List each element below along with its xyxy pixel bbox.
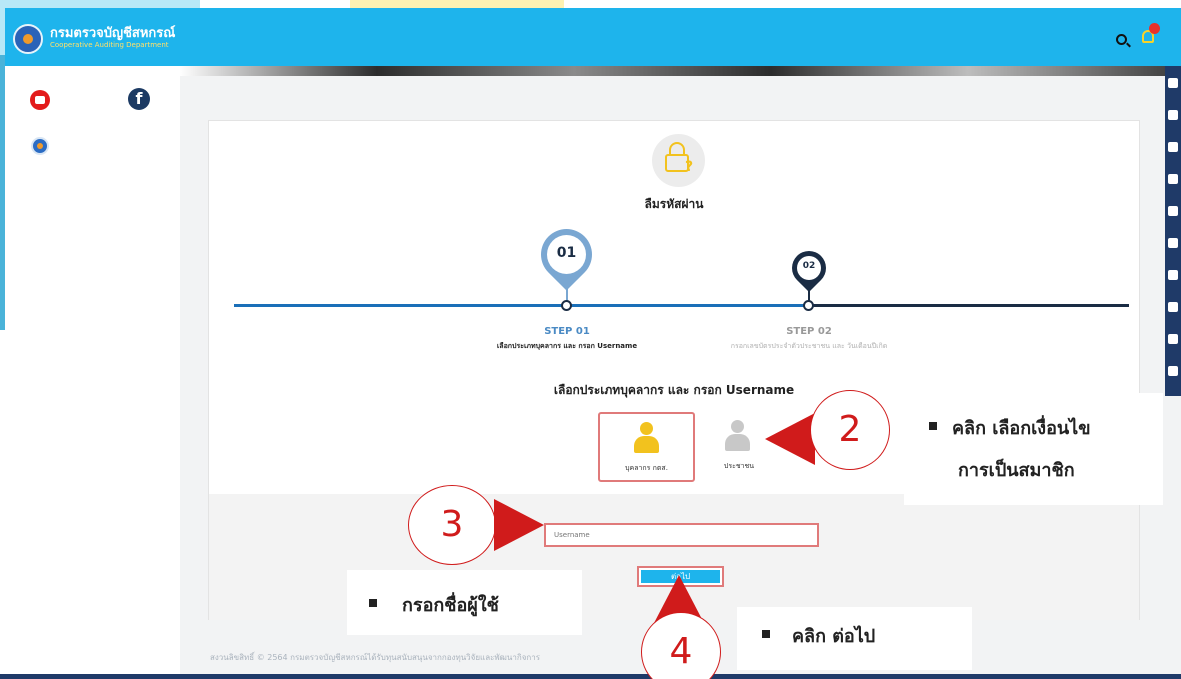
- step1-stem: [566, 281, 568, 301]
- callout-4-box: คลิก ต่อไป: [737, 607, 972, 670]
- banner-strip: [180, 66, 1165, 76]
- callout-3-bullet: [369, 599, 377, 607]
- step2-node: [803, 300, 814, 311]
- dept-name-en: Cooperative Auditing Department: [50, 41, 169, 49]
- callout-2-arrow: [765, 413, 815, 465]
- callout-2-bullet: [929, 422, 937, 430]
- database-icon[interactable]: [1168, 174, 1178, 184]
- browser-window: กรมตรวจบัญชีสหกรณ์ Cooperative Auditing …: [5, 8, 1181, 679]
- right-sidebar: [1165, 66, 1181, 396]
- chat-icon[interactable]: [1168, 238, 1178, 248]
- callout-2-number: 2: [810, 390, 890, 470]
- callout-3-box: กรอกชื่อผู้ใช้: [347, 570, 582, 635]
- notification-badge: [1149, 23, 1160, 34]
- step1-node: [561, 300, 572, 311]
- footer-copyright: สงวนลิขสิทธิ์ © 2564 กรมตรวจบัญชีสหกรณ์ไ…: [210, 653, 541, 662]
- step2-stem: [808, 287, 810, 301]
- username-input[interactable]: [544, 523, 819, 547]
- question-icon[interactable]: [1168, 270, 1178, 280]
- option-staff-label: บุคลากร กตส.: [625, 464, 668, 472]
- sitemap-icon[interactable]: [1168, 366, 1178, 376]
- callout-2-box: คลิก เลือกเงื่อนไข การเป็นสมาชิก: [904, 393, 1163, 505]
- comment-icon[interactable]: [1168, 302, 1178, 312]
- step2-number: 02: [802, 261, 816, 271]
- dept-small-logo-icon[interactable]: [31, 137, 49, 155]
- scale-icon[interactable]: [1168, 206, 1178, 216]
- left-sidebar: f: [5, 66, 180, 679]
- home-icon[interactable]: [1168, 78, 1178, 88]
- staff-person-body: [634, 436, 659, 453]
- forgot-password-panel: ? ลืมรหัสผ่าน 01 02 STEP 01 เลือกประเภทบ…: [208, 120, 1140, 620]
- callout-2-line1: คลิก เลือกเงื่อนไข: [952, 418, 1091, 439]
- dept-name-th[interactable]: กรมตรวจบัญชีสหกรณ์: [50, 22, 175, 43]
- timeline-line-mid: [564, 304, 814, 307]
- facebook-icon[interactable]: f: [128, 88, 150, 110]
- callout-3-arrow: [494, 499, 544, 551]
- search-icon[interactable]: [1116, 34, 1127, 45]
- step2-subtitle: กรอกเลขบัตรประจำตัวประชาชน และ วันเดือนป…: [730, 342, 888, 350]
- callout-3-text: กรอกชื่อผู้ใช้: [402, 595, 499, 616]
- bottom-bar: [0, 674, 1181, 679]
- callout-4-bullet: [762, 630, 770, 638]
- timeline-line-left: [234, 304, 564, 307]
- users-icon[interactable]: [1168, 142, 1178, 152]
- option-public-label: ประชาชน: [723, 462, 755, 470]
- callout-4-text: คลิก ต่อไป: [792, 626, 876, 647]
- staff-person-icon: [640, 422, 653, 435]
- step1-title: STEP 01: [544, 326, 590, 337]
- public-person-icon: [731, 420, 744, 433]
- timeline-line-right: [814, 304, 1129, 307]
- youtube-icon[interactable]: [30, 90, 50, 110]
- public-person-body: [725, 434, 750, 451]
- step1-subtitle: เลือกประเภทบุคลากร และ กรอก Username: [496, 342, 638, 350]
- option-public-button[interactable]: ประชาชน: [709, 412, 769, 482]
- callout-2-line2: การเป็นสมาชิก: [958, 460, 1075, 481]
- step1-number: 01: [556, 245, 577, 261]
- calendar-icon[interactable]: [1168, 334, 1178, 344]
- option-staff-button[interactable]: บุคลากร กตส.: [598, 412, 695, 482]
- callout-3-number: 3: [408, 485, 496, 565]
- video-icon[interactable]: [1168, 110, 1178, 120]
- page-title: ลืมรหัสผ่าน: [644, 197, 704, 211]
- lock-icon: ?: [652, 134, 705, 187]
- step2-title: STEP 02: [786, 326, 832, 337]
- top-bar: กรมตรวจบัญชีสหกรณ์ Cooperative Auditing …: [5, 8, 1181, 66]
- dept-logo-icon[interactable]: [13, 24, 43, 54]
